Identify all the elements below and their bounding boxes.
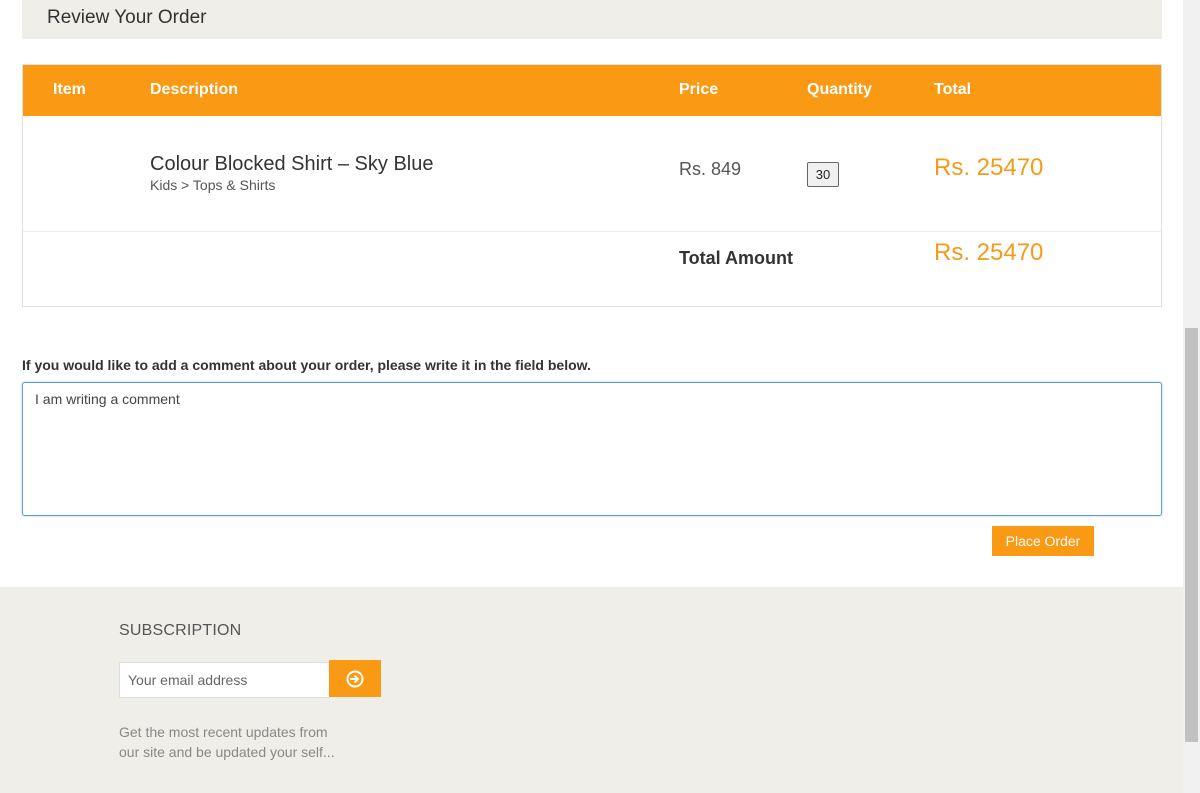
review-title: Review Your Order bbox=[47, 7, 207, 28]
header-description: Description bbox=[150, 81, 239, 98]
subscription-title: SUBSCRIPTION bbox=[119, 622, 242, 639]
header-item: Item bbox=[53, 81, 86, 98]
review-header: Review Your Order bbox=[22, 0, 1162, 39]
footer: SUBSCRIPTION Your email address Get the … bbox=[0, 587, 1183, 793]
email-input[interactable]: Your email address bbox=[119, 662, 330, 698]
table-row: Colour Blocked Shirt – Sky Blue Kids > T… bbox=[23, 116, 1161, 232]
total-amount-value: Rs. 25470 bbox=[934, 239, 1044, 266]
arrow-circle-right-icon bbox=[346, 670, 364, 687]
total-row: Total Amount Rs. 25470 bbox=[23, 232, 1161, 306]
header-price: Price bbox=[679, 81, 719, 98]
comment-textarea[interactable]: I am writing a comment bbox=[22, 382, 1162, 516]
line-total: Rs. 25470 bbox=[934, 154, 1044, 181]
table-header: Item Description Price Quantity Total bbox=[23, 65, 1161, 116]
product-name[interactable]: Colour Blocked Shirt – Sky Blue bbox=[150, 153, 433, 176]
total-amount-label: Total Amount bbox=[679, 248, 793, 268]
page: Review Your Order Item Description Price… bbox=[0, 0, 1183, 793]
product-price: Rs. 849 bbox=[679, 159, 742, 179]
order-table: Item Description Price Quantity Total Co… bbox=[22, 64, 1162, 307]
scrollbar-thumb[interactable] bbox=[1185, 328, 1198, 742]
comment-label: If you would like to add a comment about… bbox=[22, 357, 591, 373]
header-quantity: Quantity bbox=[807, 81, 872, 98]
subscription-description: Get the most recent updates from our sit… bbox=[119, 724, 335, 760]
header-total: Total bbox=[934, 81, 972, 98]
vertical-scrollbar[interactable] bbox=[1183, 0, 1200, 793]
quantity-field[interactable]: 30 bbox=[807, 162, 839, 187]
product-category: Kids > Tops & Shirts bbox=[150, 177, 276, 193]
place-order-button[interactable]: Place Order bbox=[992, 526, 1094, 556]
subscribe-button[interactable] bbox=[329, 660, 381, 697]
